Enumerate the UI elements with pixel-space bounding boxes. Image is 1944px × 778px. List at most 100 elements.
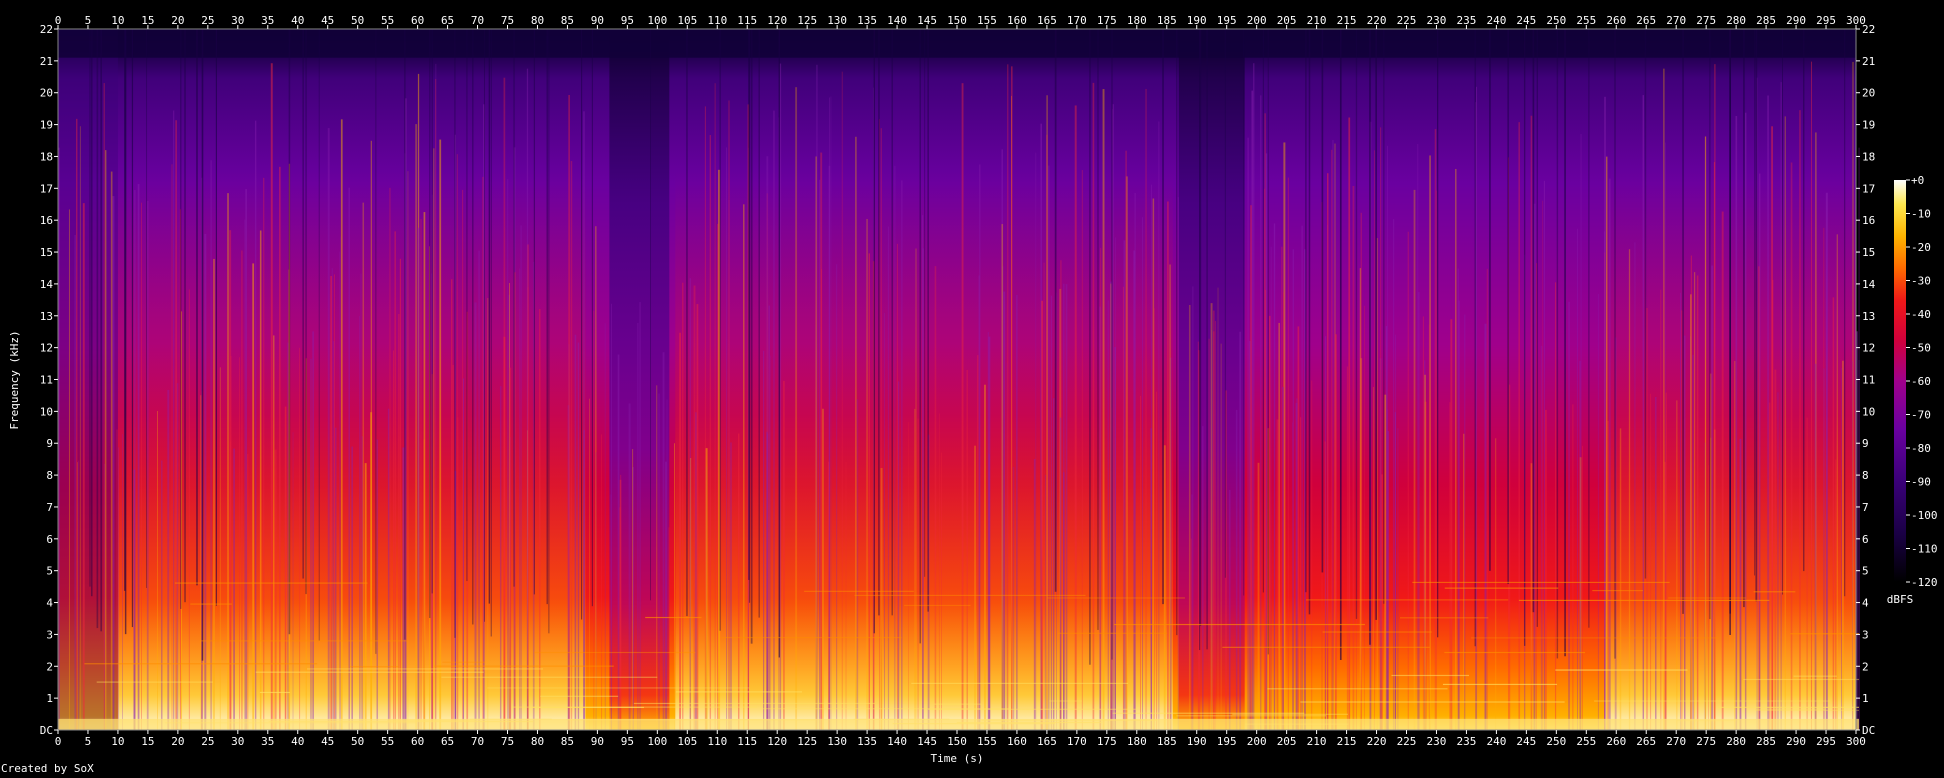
gap-streak: [1054, 29, 1057, 592]
gap-streak: [96, 29, 99, 629]
x-tick-label: 165: [1037, 735, 1057, 748]
transient-streak: [1836, 234, 1838, 730]
transient-streak: [1642, 95, 1644, 731]
x-tick-label: 65: [441, 14, 454, 27]
transient-streak: [340, 119, 343, 731]
gap-streak: [891, 29, 893, 616]
transient-streak: [68, 209, 70, 730]
transient-streak: [1422, 316, 1425, 730]
y-tick-label: 10: [40, 405, 53, 418]
x-tick-label: 160: [1007, 14, 1027, 27]
transient-streak: [966, 369, 968, 730]
x-tick-label: 210: [1307, 14, 1327, 27]
transient-streak: [1107, 300, 1109, 730]
colorbar-tick-label: -40: [1911, 308, 1931, 321]
transient-streak: [1858, 147, 1860, 730]
transient-streak: [141, 202, 142, 731]
x-tick-label: 110: [707, 735, 727, 748]
gap-streak: [466, 29, 468, 582]
transient-streak: [1235, 409, 1238, 730]
x-tick-label: 175: [1097, 14, 1117, 27]
transient-streak: [1714, 64, 1716, 730]
x-tick-label: 105: [677, 735, 697, 748]
transient-streak: [1265, 153, 1268, 730]
transient-streak: [1220, 343, 1222, 730]
x-tick-label: 130: [827, 14, 847, 27]
transient-streak: [362, 202, 365, 730]
harmonic-line: [1718, 706, 1859, 708]
transient-streak: [822, 408, 824, 730]
colorbar: +0 -10 -20 -30 -40 -50 -60 -70 -80 -90 -100 -110 -12…: [1887, 174, 1938, 606]
transient-streak: [728, 100, 730, 730]
transient-streak: [103, 83, 105, 730]
harmonic-line: [534, 651, 696, 654]
transient-streak: [387, 408, 390, 730]
transient-streak: [78, 460, 79, 730]
x-tick-label: 195: [1217, 14, 1237, 27]
gap-streak: [1176, 29, 1178, 636]
transient-streak: [915, 248, 917, 730]
transient-streak: [1208, 338, 1210, 730]
x-tick-label: 10: [111, 735, 124, 748]
plot-area: [57, 28, 1860, 731]
transient-streak: [1348, 117, 1351, 731]
transient-streak: [1646, 307, 1648, 730]
harmonic-line: [934, 703, 982, 705]
transient-streak: [274, 449, 277, 730]
y-tick-label: 15: [40, 246, 53, 259]
gap-streak: [302, 29, 305, 579]
gap-streak: [1089, 29, 1091, 665]
transient-streak: [617, 354, 620, 730]
x-tick-label: 285: [1756, 14, 1776, 27]
x-tick-label: 55: [381, 14, 394, 27]
transient-streak: [75, 118, 78, 730]
transient-streak: [1634, 242, 1636, 730]
y-tick-label: 5: [46, 565, 53, 578]
colorbar-tick-label: -90: [1911, 476, 1931, 489]
transient-streak: [457, 417, 459, 730]
gap-streak: [1199, 29, 1202, 626]
transient-streak: [1081, 170, 1083, 730]
x-tick-label: 150: [947, 735, 967, 748]
x-tick-label: 100: [647, 735, 667, 748]
transient-streak: [1542, 200, 1544, 730]
y-tick-label: 22: [40, 23, 53, 36]
harmonic-line: [804, 590, 914, 592]
transient-streak: [1417, 143, 1419, 730]
y-tick-label: DC: [1862, 724, 1875, 737]
transient-streak: [1046, 95, 1048, 731]
y-tick-label: 13: [40, 310, 53, 323]
transient-streak: [244, 219, 246, 730]
x-tick-label: 120: [767, 14, 787, 27]
y-tick-label: 12: [1862, 342, 1875, 355]
x-tick-label: 175: [1097, 735, 1117, 748]
gap-streak: [1111, 29, 1113, 660]
gap-streak: [581, 29, 583, 620]
x-tick-label: 50: [351, 735, 364, 748]
transient-streak: [1664, 461, 1666, 730]
transient-streak: [58, 147, 60, 730]
harmonic-line: [1306, 599, 1509, 601]
transient-streak: [520, 225, 522, 730]
transient-streak: [1252, 63, 1255, 730]
transient-streak: [239, 357, 240, 730]
y-tick-label: 20: [40, 87, 53, 100]
transient-streak: [815, 156, 817, 730]
transient-streak: [435, 79, 437, 731]
transient-streak: [908, 422, 909, 730]
x-tick-label: 285: [1756, 735, 1776, 748]
transient-streak: [868, 253, 870, 730]
transient-streak: [570, 161, 573, 730]
transient-streak: [439, 139, 442, 730]
transient-streak: [922, 248, 924, 730]
gap-streak: [431, 29, 433, 594]
transient-streak: [1239, 331, 1242, 730]
x-tick-label: 0: [55, 14, 62, 27]
transient-streak: [988, 336, 991, 730]
transient-streak: [1158, 121, 1160, 731]
x-tick-label: 30: [231, 14, 244, 27]
harmonic-line: [1755, 709, 1859, 711]
transient-streak: [1269, 315, 1271, 730]
transient-streak: [1543, 180, 1546, 730]
harmonic-line: [540, 695, 619, 697]
